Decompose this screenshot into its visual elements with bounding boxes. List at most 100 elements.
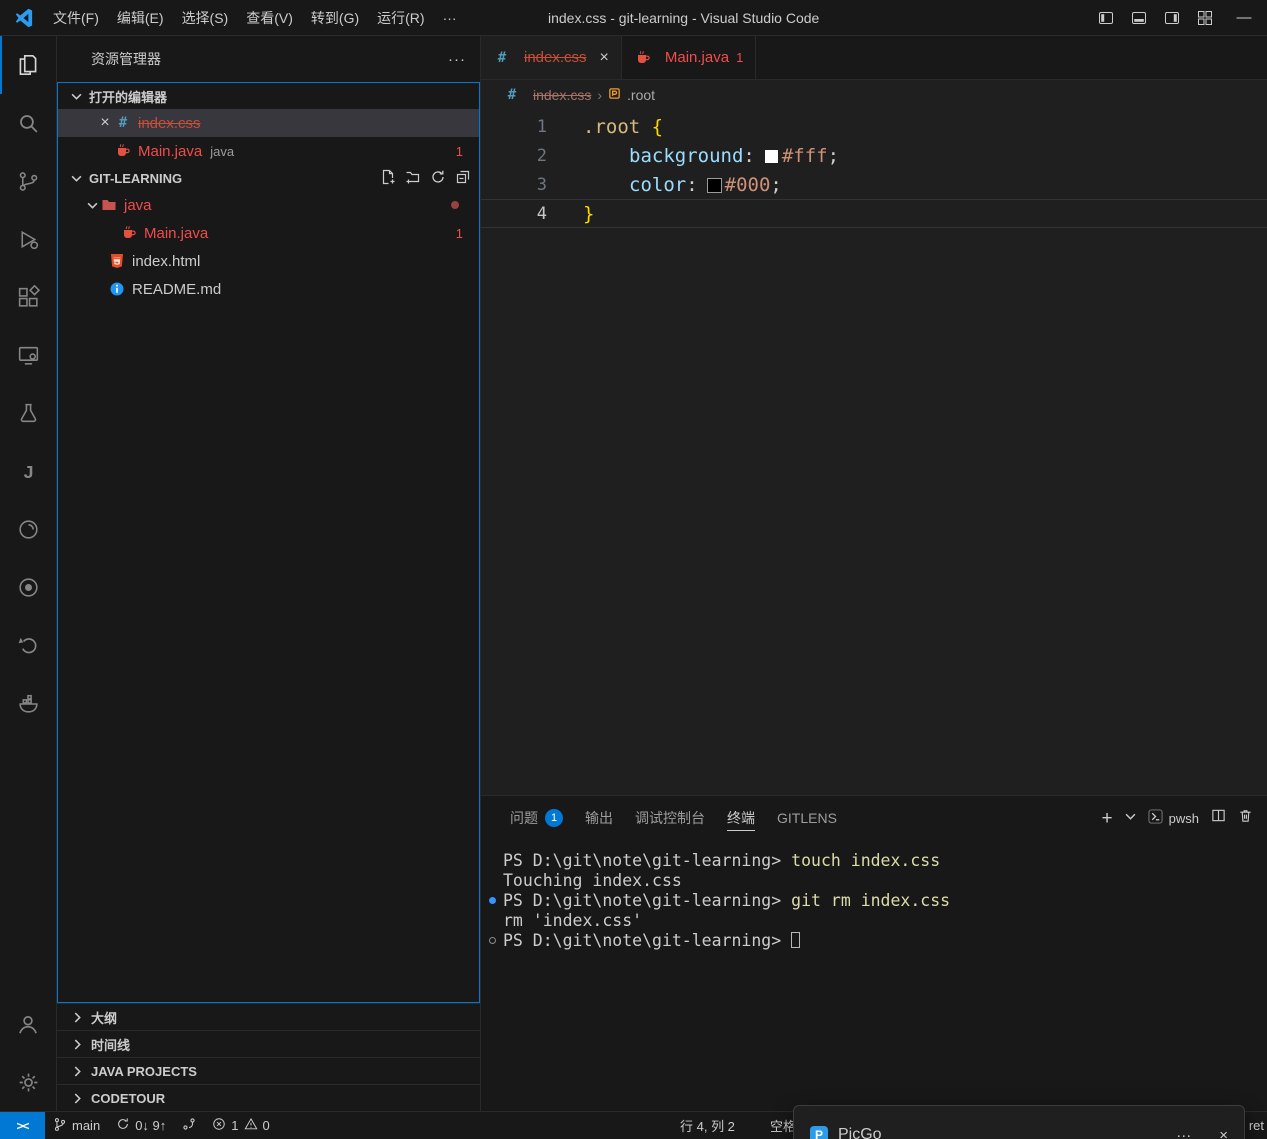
source-control-graph-item[interactable] (174, 1112, 204, 1139)
branch-icon (53, 1117, 67, 1135)
tree-empty-space[interactable] (58, 303, 479, 1002)
sync-changes-item[interactable]: 0↓ 9↑ (108, 1112, 174, 1139)
open-editors-section-header[interactable]: 打开的编辑器 (58, 83, 479, 109)
sidebar-more-actions-button[interactable]: ··· (448, 51, 466, 68)
activitybar-extensions[interactable] (0, 268, 56, 326)
activitybar-search[interactable] (0, 94, 56, 152)
panel-tab-output[interactable]: 输出 (574, 796, 624, 840)
window-controls: — (1089, 0, 1267, 35)
panel-tab-problems[interactable]: 问题 1 (499, 796, 574, 840)
menu-more-button[interactable]: ··· (434, 5, 466, 31)
activitybar-java[interactable]: J (0, 442, 56, 500)
activitybar-gradle[interactable] (0, 500, 56, 558)
color-swatch-white[interactable] (765, 150, 778, 163)
pane-codetour[interactable]: CODETOUR (57, 1084, 480, 1111)
panel-tab-gitlens[interactable]: GITLENS (766, 796, 848, 840)
panel-tab-debug-console[interactable]: 调试控制台 (624, 796, 716, 840)
collapse-all-icon[interactable] (455, 169, 471, 188)
terminal-launch-chevron-icon[interactable] (1125, 809, 1136, 827)
new-terminal-icon[interactable]: + (1102, 809, 1113, 828)
svg-text:J: J (23, 461, 33, 481)
warning-icon (244, 1117, 258, 1134)
pane-outline[interactable]: 大纲 (57, 1003, 480, 1030)
activitybar-source-control[interactable] (0, 152, 56, 210)
color-swatch-black[interactable] (708, 179, 721, 192)
panel-tab-label: GITLENS (777, 810, 837, 826)
docker-icon (16, 691, 41, 716)
activitybar-settings[interactable] (0, 1053, 56, 1111)
tree-folder-java[interactable]: java (58, 191, 479, 219)
toggle-panel-icon[interactable] (1122, 0, 1155, 35)
project-section-header[interactable]: GIT-LEARNING (58, 165, 479, 191)
folder-name: java (124, 197, 152, 214)
tab-indexcss[interactable]: # index.css × (481, 36, 622, 79)
activitybar-explorer[interactable] (0, 36, 56, 94)
chevron-right-icon (69, 1093, 85, 1104)
customize-layout-icon[interactable] (1188, 0, 1221, 35)
run-debug-icon (16, 227, 41, 252)
tree-file-readme[interactable]: README.md (58, 275, 479, 303)
breadcrumb-symbol[interactable]: .root (627, 87, 655, 103)
sidebar-header: 资源管理器 ··· (57, 36, 480, 82)
java-file-icon (634, 50, 652, 66)
activity-bar: J (0, 36, 57, 1111)
pane-java-projects[interactable]: JAVA PROJECTS (57, 1057, 480, 1084)
split-terminal-icon[interactable] (1211, 808, 1226, 828)
menu-selection[interactable]: 选择(S) (173, 5, 238, 31)
activitybar-run-debug[interactable] (0, 210, 56, 268)
activitybar-docker[interactable] (0, 674, 56, 732)
menu-file[interactable]: 文件(F) (44, 5, 108, 31)
tab-label: Main.java (665, 49, 729, 66)
menu-view[interactable]: 查看(V) (237, 5, 302, 31)
tree-file-mainjava[interactable]: Main.java 1 (58, 219, 479, 247)
kill-terminal-trash-icon[interactable] (1238, 808, 1253, 828)
terminal-line: Touching index.css (489, 870, 1267, 890)
window-title: index.css - git-learning - Visual Studio… (548, 0, 819, 36)
toggle-secondary-sidebar-icon[interactable] (1155, 0, 1188, 35)
cursor-position-item[interactable]: 行 4, 列 2 (680, 1112, 735, 1139)
terminal-instance-pwsh[interactable]: pwsh (1148, 809, 1199, 827)
notification-more-button[interactable]: ··· (1176, 1127, 1191, 1139)
code-editor[interactable]: 1 .root { 2 background:#fff; 3 color:#00… (481, 110, 1267, 795)
tree-file-indexhtml[interactable]: index.html (58, 247, 479, 275)
bottom-panel: 问题 1 输出 调试控制台 终端 GITLENS + pwsh (481, 795, 1267, 1111)
error-count: 1 (231, 1118, 238, 1133)
css-file-icon: # (114, 115, 132, 131)
panel-tab-label: 调试控制台 (635, 808, 705, 828)
open-editor-item-mainjava[interactable]: Main.java java 1 (58, 137, 479, 165)
toggle-sidebar-icon[interactable] (1089, 0, 1122, 35)
refresh-icon[interactable] (430, 169, 446, 188)
terminal-output[interactable]: PS D:\git\note\git-learning>touch index.… (481, 840, 1267, 1111)
notification-close-icon[interactable]: × (1219, 1127, 1228, 1139)
remote-explorer-icon (16, 343, 41, 368)
tab-mainjava[interactable]: Main.java 1 (622, 36, 756, 79)
explorer-sidebar: 资源管理器 ··· 打开的编辑器 × # index.css Main.j (57, 36, 481, 1111)
minimize-button[interactable]: — (1221, 0, 1267, 35)
modified-indicator-dot (451, 201, 459, 209)
line-number: 4 (481, 204, 547, 224)
pane-timeline[interactable]: 时间线 (57, 1030, 480, 1057)
remote-indicator[interactable]: >< (0, 1112, 45, 1139)
gradle-icon (16, 517, 41, 542)
activitybar-codetour[interactable] (0, 616, 56, 674)
panel-tab-terminal[interactable]: 终端 (716, 796, 766, 840)
new-file-icon[interactable] (380, 169, 396, 188)
pane-label: 时间线 (91, 1035, 130, 1054)
menu-run[interactable]: 运行(R) (368, 5, 433, 31)
activitybar-testing[interactable] (0, 384, 56, 442)
pane-label: 大纲 (91, 1008, 117, 1027)
activitybar-remote-explorer[interactable] (0, 326, 56, 384)
close-editor-icon[interactable]: × (96, 114, 114, 132)
git-branch-item[interactable]: main (45, 1112, 108, 1139)
java-letter-icon: J (16, 459, 41, 484)
breadcrumb-file[interactable]: index.css (533, 87, 591, 103)
close-tab-icon[interactable]: × (600, 49, 609, 67)
open-editor-item-indexcss[interactable]: × # index.css (58, 109, 479, 137)
problems-status-item[interactable]: 1 0 (204, 1112, 277, 1139)
menu-edit[interactable]: 编辑(E) (108, 5, 173, 31)
new-folder-icon[interactable] (405, 169, 421, 188)
activitybar-record[interactable] (0, 558, 56, 616)
activitybar-account[interactable] (0, 995, 56, 1053)
terminal-line: rm 'index.css' (489, 910, 1267, 930)
menu-goto[interactable]: 转到(G) (302, 5, 368, 31)
